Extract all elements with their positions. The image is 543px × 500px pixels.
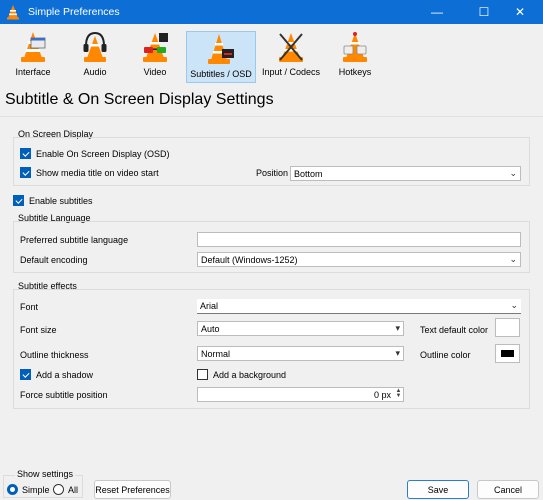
subtitles-cone-icon bbox=[208, 34, 234, 64]
enable-subtitles-label: Enable subtitles bbox=[29, 195, 93, 206]
close-button[interactable]: ✕ bbox=[497, 0, 543, 24]
tab-video-label: Video bbox=[143, 67, 167, 77]
show-title-label: Show media title on video start bbox=[36, 167, 159, 178]
tab-input-codecs-label: Input / Codecs bbox=[261, 67, 321, 77]
tab-interface-label: Interface bbox=[15, 67, 51, 77]
enable-subtitles-checkbox-box bbox=[13, 195, 24, 206]
force-position-spinbox[interactable]: 0 px ▲ ▼ bbox=[197, 387, 404, 402]
font-select[interactable]: Arial ⌄ bbox=[197, 299, 521, 314]
simple-radio[interactable]: Simple bbox=[7, 484, 50, 495]
simple-radio-dot bbox=[7, 484, 18, 495]
tab-hotkeys[interactable]: Hotkeys bbox=[330, 30, 380, 82]
text-color-label: Text default color bbox=[420, 325, 489, 335]
enable-osd-checkbox[interactable]: Enable On Screen Display (OSD) bbox=[20, 148, 170, 159]
font-size-select[interactable]: Auto ▾ bbox=[197, 321, 404, 336]
position-value: Bottom bbox=[294, 169, 323, 179]
chevron-down-icon: ⌄ bbox=[510, 300, 518, 310]
settings-panel: On Screen Display Enable On Screen Displ… bbox=[0, 117, 543, 467]
tab-hotkeys-label: Hotkeys bbox=[338, 67, 372, 77]
encoding-label: Default encoding bbox=[20, 255, 88, 265]
position-label: Position bbox=[256, 168, 289, 178]
preferred-language-label: Preferred subtitle language bbox=[20, 235, 129, 245]
outline-thickness-value: Normal bbox=[201, 349, 231, 359]
tab-audio-label: Audio bbox=[83, 67, 107, 77]
tab-video[interactable]: Video bbox=[130, 30, 180, 82]
all-radio-label: All bbox=[68, 484, 79, 495]
audio-headphones-icon bbox=[83, 31, 107, 62]
outline-color-button[interactable] bbox=[495, 344, 520, 363]
tab-interface[interactable]: Interface bbox=[8, 30, 58, 82]
chevron-down-icon: ▾ bbox=[395, 348, 400, 358]
encoding-value: Default (Windows-1252) bbox=[201, 255, 298, 265]
window-title: Simple Preferences bbox=[28, 6, 120, 18]
enable-osd-checkbox-box bbox=[20, 148, 31, 159]
reset-preferences-button[interactable]: Reset Preferences bbox=[94, 480, 171, 499]
tab-subtitles-osd[interactable]: Subtitles / OSD bbox=[186, 31, 256, 83]
position-select[interactable]: Bottom ⌄ bbox=[290, 166, 521, 181]
text-color-button[interactable] bbox=[495, 318, 520, 337]
input-cone-icon bbox=[279, 33, 303, 62]
tab-audio[interactable]: Audio bbox=[70, 30, 120, 82]
simple-radio-label: Simple bbox=[22, 484, 50, 495]
shadow-checkbox[interactable]: Add a shadow bbox=[20, 369, 93, 380]
cancel-button[interactable]: Cancel bbox=[477, 480, 539, 499]
chevron-down-icon: ⌄ bbox=[509, 254, 517, 264]
background-checkbox-box bbox=[197, 369, 208, 380]
hotkeys-cone-icon bbox=[343, 32, 367, 62]
tab-input-codecs[interactable]: Input / Codecs bbox=[260, 30, 322, 82]
footer: Show settings Simple All Reset Preferenc… bbox=[0, 467, 543, 500]
all-radio[interactable]: All bbox=[53, 484, 78, 495]
outline-color-label: Outline color bbox=[420, 350, 471, 360]
save-button[interactable]: Save bbox=[407, 480, 469, 499]
video-glasses-icon bbox=[143, 33, 168, 62]
shadow-checkbox-box bbox=[20, 369, 31, 380]
all-radio-dot bbox=[53, 484, 64, 495]
encoding-select[interactable]: Default (Windows-1252) ⌄ bbox=[197, 252, 521, 267]
show-title-checkbox[interactable]: Show media title on video start bbox=[20, 167, 159, 178]
vlc-app-icon bbox=[7, 5, 19, 20]
background-checkbox[interactable]: Add a background bbox=[197, 369, 286, 380]
show-title-checkbox-box bbox=[20, 167, 31, 178]
font-size-label: Font size bbox=[20, 325, 57, 335]
outline-thickness-label: Outline thickness bbox=[20, 350, 89, 360]
outline-thickness-select[interactable]: Normal ▾ bbox=[197, 346, 404, 361]
chevron-down-icon: ▾ bbox=[395, 323, 400, 333]
chevron-down-icon: ⌄ bbox=[509, 168, 517, 178]
spin-arrows-icon[interactable]: ▲ ▼ bbox=[395, 388, 402, 400]
shadow-label: Add a shadow bbox=[36, 369, 94, 380]
force-position-value: 0 px bbox=[373, 390, 391, 400]
page-title: Subtitle & On Screen Display Settings bbox=[5, 91, 274, 108]
title-bar: Simple Preferences — ☐ ✕ bbox=[0, 0, 543, 24]
interface-cone-icon bbox=[21, 32, 46, 62]
enable-osd-label: Enable On Screen Display (OSD) bbox=[36, 148, 170, 159]
force-position-label: Force subtitle position bbox=[20, 390, 108, 400]
category-toolbar: Interface Audio Video Subtitles / OSD In… bbox=[0, 24, 543, 84]
font-size-value: Auto bbox=[201, 324, 220, 334]
show-settings-label: Show settings bbox=[15, 469, 76, 479]
tab-subtitles-osd-label: Subtitles / OSD bbox=[190, 69, 252, 79]
background-label: Add a background bbox=[213, 369, 287, 380]
outline-color-swatch bbox=[501, 350, 514, 357]
minimize-button[interactable]: — bbox=[414, 0, 460, 24]
preferred-language-input[interactable] bbox=[197, 232, 521, 247]
font-value: Arial bbox=[200, 301, 219, 311]
enable-subtitles-checkbox[interactable]: Enable subtitles bbox=[13, 195, 93, 206]
font-label: Font bbox=[20, 302, 39, 312]
